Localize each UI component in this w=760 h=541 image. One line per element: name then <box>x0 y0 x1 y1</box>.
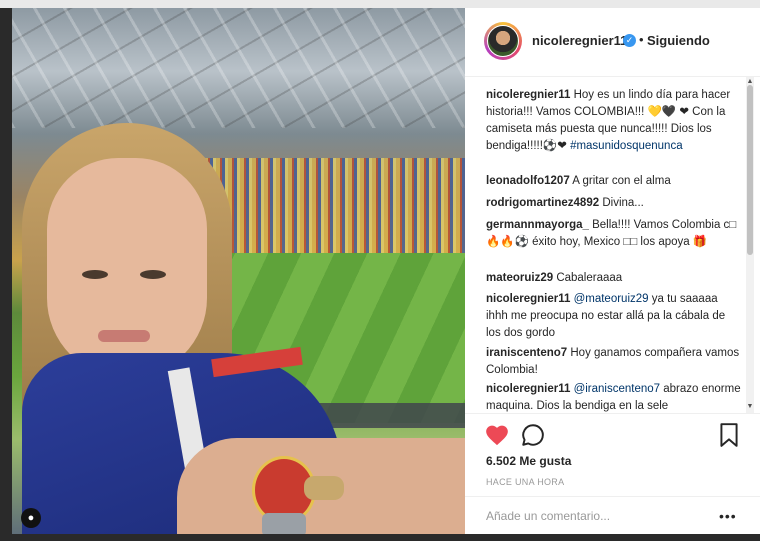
stadium-stands <box>192 158 465 253</box>
comment-author[interactable]: nicoleregnier11 <box>486 293 570 305</box>
more-options-icon[interactable]: ••• <box>719 508 737 524</box>
bracelet <box>304 476 344 500</box>
comment-author[interactable]: germannmayorga_ <box>486 219 589 231</box>
comment-author[interactable]: leonadolfo1207 <box>486 175 570 187</box>
comment-text: Divina... <box>602 197 644 209</box>
post-timestamp[interactable]: HACE UNA HORA <box>486 477 564 487</box>
bookmark-icon[interactable] <box>718 422 740 448</box>
comment-author[interactable]: mateoruiz29 <box>486 272 553 284</box>
comments-scrollbar[interactable] <box>746 77 754 413</box>
post-photo[interactable] <box>12 8 465 534</box>
hashtag-link[interactable]: #masunidosquenunca <box>570 140 683 152</box>
caption: nicoleregnier11 Hoy es un lindo día para… <box>486 87 741 155</box>
list-item: rodrigomartinez4892 Divina... <box>486 195 741 212</box>
post-side-panel: nicoleregnier11 ✓ • Siguiendo nicoleregn… <box>465 8 760 534</box>
backdrop-top-strip <box>0 0 760 8</box>
add-comment-bar: ••• <box>465 496 760 535</box>
comment-author[interactable]: iraniscenteno7 <box>486 347 567 359</box>
scroll-up-arrow-icon[interactable]: ▲ <box>746 78 754 86</box>
comment-author[interactable]: nicoleregnier11 <box>486 383 570 395</box>
subject-eye-right <box>140 270 166 279</box>
header-separator: • <box>639 32 644 47</box>
list-item: nicoleregnier11 @iraniscenteno7 abrazo e… <box>486 381 741 413</box>
stadium-railing <box>312 403 465 428</box>
list-item: nicoleregnier11 @mateoruiz29 ya tu saaaa… <box>486 291 741 342</box>
comment-input[interactable] <box>486 509 696 523</box>
scroll-down-arrow-icon[interactable]: ▼ <box>746 403 754 411</box>
comments-list[interactable]: nicoleregnier11 Hoy es un lindo día para… <box>465 77 748 413</box>
heart-icon[interactable] <box>484 422 510 448</box>
list-item: mateoruiz29 Cabaleraaaa <box>486 270 741 287</box>
list-item: leonadolfo1207 A gritar con el alma <box>486 173 741 190</box>
comment-text: Cabaleraaaa <box>556 272 623 284</box>
subject-eye-left <box>82 270 108 279</box>
subject-face <box>47 158 207 378</box>
wristwatch <box>262 513 306 534</box>
person-icon[interactable]: ● <box>21 508 41 528</box>
post-actions: 6.502 Me gusta HACE UNA HORA ••• <box>465 413 760 534</box>
mention-link[interactable]: @iraniscenteno7 <box>574 383 660 395</box>
stadium-roof <box>12 8 465 128</box>
subject-lips <box>98 330 150 342</box>
comment-text: A gritar con el alma <box>572 175 671 187</box>
speech-bubble-icon[interactable] <box>520 422 546 448</box>
likes-count[interactable]: 6.502 Me gusta <box>486 454 571 468</box>
list-item: iraniscenteno7 Hoy ganamos compañera vam… <box>486 345 741 379</box>
verified-badge-icon: ✓ <box>623 34 636 47</box>
avatar[interactable] <box>484 22 522 60</box>
post-header: nicoleregnier11 ✓ • Siguiendo <box>465 8 760 77</box>
post-username[interactable]: nicoleregnier11 <box>532 33 627 48</box>
scrollbar-thumb[interactable] <box>747 85 753 255</box>
follow-button[interactable]: Siguiendo <box>647 33 710 48</box>
mention-link[interactable]: @mateoruiz29 <box>574 293 649 305</box>
comment-author[interactable]: nicoleregnier11 <box>486 89 570 101</box>
comment-author[interactable]: rodrigomartinez4892 <box>486 197 599 209</box>
list-item: germannmayorga_ Bella!!!! Vamos Colombia… <box>486 217 741 251</box>
